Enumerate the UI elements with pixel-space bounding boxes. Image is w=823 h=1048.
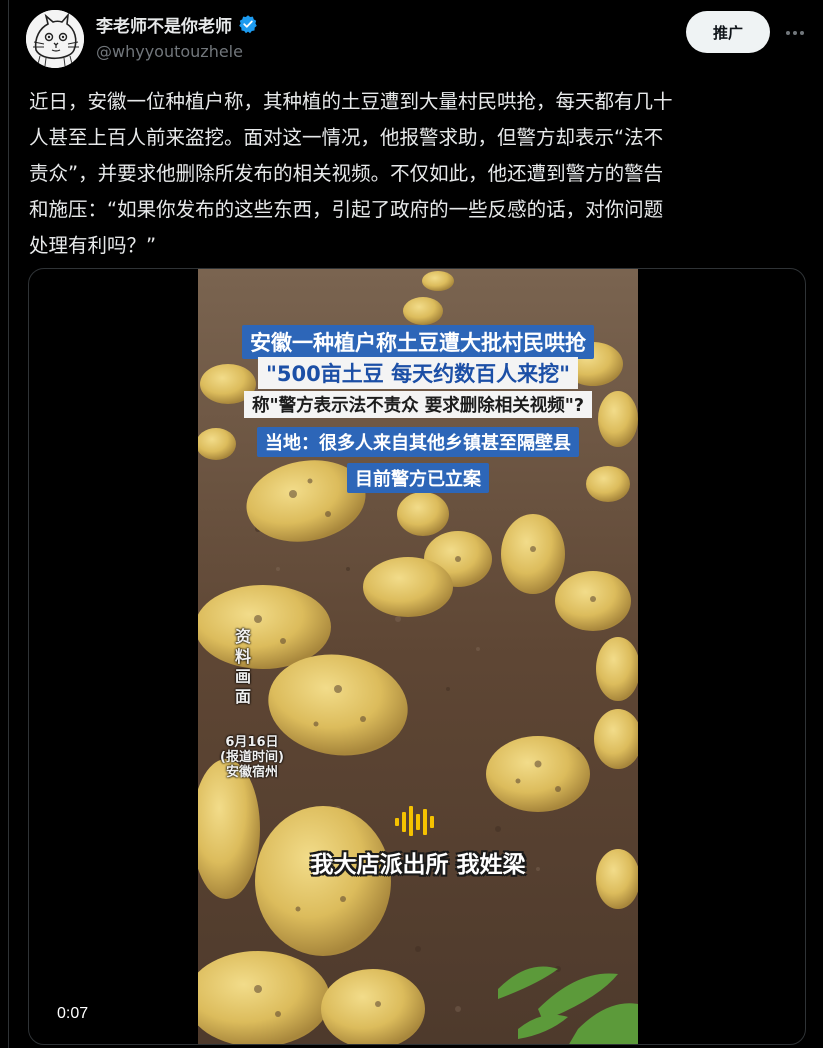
video-player[interactable]: 安徽一种植户称土豆遭大批村民哄抢 "500亩土豆 每天约数百人来挖" 称"警方表…	[28, 268, 806, 1045]
tweet-text-line: 处理有利吗？”	[29, 234, 157, 257]
more-horizontal-icon	[786, 31, 790, 35]
left-divider	[8, 0, 9, 1048]
more-horizontal-icon-dot	[793, 31, 797, 35]
tweet-text-line: 责众”，并要求他删除所发布的相关视频。不仅如此，他还遭到警方的警告	[29, 162, 664, 185]
audio-wave-icon	[395, 806, 434, 836]
verified-badge-icon	[239, 15, 257, 34]
report-date: 6月16日	[225, 735, 279, 750]
tweet-text-line: 近日，安徽一位种植户称，其种植的土豆遭到大量村民哄抢，每天都有几十	[29, 90, 673, 113]
tweet-text-line: 人甚至上百人前来盗挖。面对这一情况，他报警求助，但警方却表示“法不	[29, 126, 664, 149]
more-horizontal-icon-dot	[800, 31, 804, 35]
video-caption-headline: 安徽一种植户称土豆遭大批村民哄抢	[242, 325, 594, 359]
video-caption-quote: "500亩土豆 每天约数百人来挖"	[257, 357, 579, 389]
video-subtitle: 我大店派出所 我姓梁	[310, 852, 526, 878]
video-timestamp: 0:07	[57, 1005, 89, 1022]
video-caption-police: 称"警方表示法不责众 要求删除相关视频"?	[244, 391, 592, 418]
tweet-text-line: 和施压：“如果你发布的这些东西，引起了政府的一些反感的话，对你问题	[29, 198, 664, 221]
video-frame[interactable]: 安徽一种植户称土豆遭大批村民哄抢 "500亩土豆 每天约数百人来挖" 称"警方表…	[198, 269, 638, 1044]
video-caption-case: 目前警方已立案	[347, 463, 489, 493]
display-name[interactable]: 李老师不是你老师	[96, 12, 232, 37]
cat-sketch-avatar-icon	[26, 10, 84, 68]
tweet-text: 近日，安徽一位种植户称，其种植的土豆遭到大量村民哄抢，每天都有几十 人甚至上百人…	[29, 84, 805, 264]
archive-footage-label: 资料画面	[235, 627, 252, 706]
avatar[interactable]	[26, 10, 84, 68]
author-handle[interactable]: @whyyoutouzhele	[96, 42, 243, 61]
more-options-button[interactable]	[780, 18, 810, 48]
promote-button[interactable]: 推广	[686, 11, 770, 53]
report-location: 安徽宿州	[225, 765, 278, 780]
author-name-row[interactable]: 李老师不是你老师	[96, 12, 258, 37]
report-note: (报道时间)	[220, 750, 284, 765]
video-caption-local: 当地：很多人来自其他乡镇甚至隔壁县	[257, 427, 579, 457]
report-info: 6月16日 (报道时间) 安徽宿州	[220, 735, 284, 780]
